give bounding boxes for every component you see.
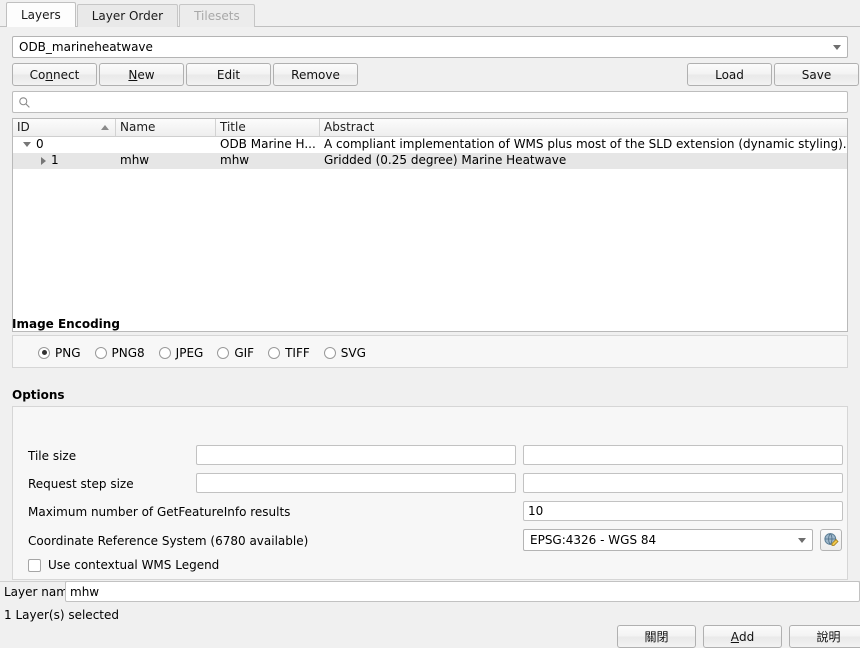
expander-triangle-open-icon[interactable] <box>23 142 31 147</box>
layers-panel: ODB_marineheatwave Co n nect New Edit Remo… <box>0 27 860 648</box>
save-label: Save <box>801 67 832 82</box>
new-connection-button[interactable]: New <box>99 63 184 86</box>
crs-combobox[interactable]: EPSG:4326 - WGS 84 <box>523 529 813 551</box>
radio-tiff[interactable]: TIFF <box>268 346 310 360</box>
connect-label-pre: Co <box>29 67 46 82</box>
layer-tree-view[interactable]: ID Name Title Abstract 0 ODB Marine H...… <box>12 118 848 332</box>
radio-png[interactable]: PNG <box>38 346 81 360</box>
radio-dot-png8 <box>94 346 107 359</box>
column-header-id-label: ID <box>17 120 30 134</box>
row-id-cell: 1 <box>13 153 116 169</box>
radio-label-jpeg: JPEG <box>175 345 204 360</box>
connection-combobox[interactable]: ODB_marineheatwave <box>12 36 848 58</box>
load-connections-button[interactable]: Load <box>687 63 772 86</box>
contextual-wms-legend-label: Use contextual WMS Legend <box>48 558 220 572</box>
image-encoding-group: PNG PNG8 JPEG GIF TIFF SVG <box>12 335 848 368</box>
select-crs-button[interactable] <box>820 529 842 551</box>
chevron-down-icon <box>833 44 841 50</box>
radio-svg[interactable]: SVG <box>323 345 366 360</box>
row-name-cell <box>116 137 216 153</box>
request-step-size-label: Request step size <box>28 477 134 491</box>
close-label: 關閉 <box>644 630 669 644</box>
column-header-title-label: Title <box>220 120 246 134</box>
remove-connection-button[interactable]: Remove <box>273 63 358 86</box>
help-button[interactable]: 說明 <box>789 625 860 648</box>
globe-select-crs-icon <box>824 533 839 546</box>
radio-dot-tiff <box>268 346 281 359</box>
add-label-post: dd <box>738 629 755 644</box>
connect-button[interactable]: Co n nect <box>12 63 97 86</box>
radio-png8[interactable]: PNG8 <box>94 345 145 360</box>
options-group <box>12 406 848 580</box>
add-button[interactable]: Add <box>703 625 782 648</box>
max-getfeatureinfo-label: Maximum number of GetFeatureInfo results <box>28 505 291 519</box>
close-button[interactable]: 關閉 <box>617 625 696 648</box>
expander-triangle-closed-icon[interactable] <box>41 156 46 165</box>
contextual-wms-legend-checkbox[interactable]: Use contextual WMS Legend <box>28 558 219 572</box>
crs-label: Coordinate Reference System (6780 availa… <box>28 534 309 548</box>
radio-dot-svg <box>323 346 336 359</box>
tab-layer-order[interactable]: Layer Order <box>76 4 179 27</box>
column-header-abstract[interactable]: Abstract <box>320 119 847 137</box>
row-title-cell: ODB Marine H... <box>220 137 316 151</box>
tab-bar: Layers Layer Order Tilesets <box>0 0 860 27</box>
edit-label: Edit <box>216 67 241 82</box>
connect-label-post: nect <box>53 67 80 82</box>
layer-name-input[interactable]: mhw <box>65 581 860 602</box>
row-id-text: 1 <box>51 153 59 167</box>
row-title-cell: mhw <box>220 153 250 167</box>
help-label: 說明 <box>816 630 841 644</box>
add-label-mnemonic: A <box>730 629 739 644</box>
row-abstract-cell: Gridded (0.25 degree) Marine Heatwave <box>324 153 567 167</box>
tile-size-width-input[interactable] <box>196 445 516 465</box>
tab-layers[interactable]: Layers <box>6 2 76 27</box>
save-connections-button[interactable]: Save <box>774 63 859 86</box>
radio-gif[interactable]: GIF <box>217 346 254 360</box>
radio-dot-jpeg <box>158 346 171 359</box>
options-title: Options <box>12 388 65 402</box>
status-text: 1 Layer(s) selected <box>4 608 119 622</box>
table-row[interactable]: 1 mhw mhw Gridded (0.25 degree) Marine H… <box>13 153 847 169</box>
row-id-cell: 0 <box>13 137 116 153</box>
row-id-text: 0 <box>36 137 44 151</box>
column-header-title[interactable]: Title <box>216 119 320 137</box>
request-step-size-width-input[interactable] <box>196 473 516 493</box>
filter-search-box[interactable] <box>12 91 848 113</box>
column-header-id[interactable]: ID <box>13 119 116 137</box>
max-getfeatureinfo-input[interactable]: 10 <box>523 501 843 521</box>
column-header-name-label: Name <box>120 120 156 134</box>
table-row[interactable]: 0 ODB Marine H... A compliant implementa… <box>13 137 847 153</box>
radio-label-svg: SVG <box>340 345 366 360</box>
search-input[interactable] <box>31 93 847 111</box>
connect-label-mnemonic: n <box>45 67 54 82</box>
radio-dot-png <box>38 346 50 359</box>
radio-label-tiff: TIFF <box>285 345 310 360</box>
radio-label-png: PNG <box>55 345 81 360</box>
connection-selected-value: ODB_marineheatwave <box>19 40 153 54</box>
search-icon <box>19 96 30 108</box>
tab-tilesets: Tilesets <box>179 4 255 27</box>
new-label-post: ew <box>137 67 155 82</box>
remove-label: Remove <box>291 67 340 82</box>
load-label: Load <box>715 67 744 82</box>
radio-label-gif: GIF <box>234 345 255 360</box>
row-abstract-cell: A compliant implementation of WMS plus m… <box>324 137 847 151</box>
radio-label-png8: PNG8 <box>111 345 145 360</box>
tile-size-label: Tile size <box>28 449 77 463</box>
request-step-size-height-input[interactable] <box>523 473 843 493</box>
layer-tree-header: ID Name Title Abstract <box>13 119 847 137</box>
image-encoding-title: Image Encoding <box>12 317 120 331</box>
radio-dot-gif <box>217 346 230 359</box>
chevron-down-icon <box>798 537 806 543</box>
column-header-name[interactable]: Name <box>116 119 216 137</box>
tile-size-height-input[interactable] <box>523 445 843 465</box>
new-label-mnemonic: N <box>128 67 138 82</box>
sort-ascending-icon <box>101 125 109 130</box>
checkbox-box <box>28 558 41 572</box>
edit-connection-button[interactable]: Edit <box>186 63 271 86</box>
column-header-abstract-label: Abstract <box>324 120 375 134</box>
radio-jpeg[interactable]: JPEG <box>158 345 204 360</box>
crs-selected-value: EPSG:4326 - WGS 84 <box>530 533 657 547</box>
row-name-cell: mhw <box>120 153 150 167</box>
